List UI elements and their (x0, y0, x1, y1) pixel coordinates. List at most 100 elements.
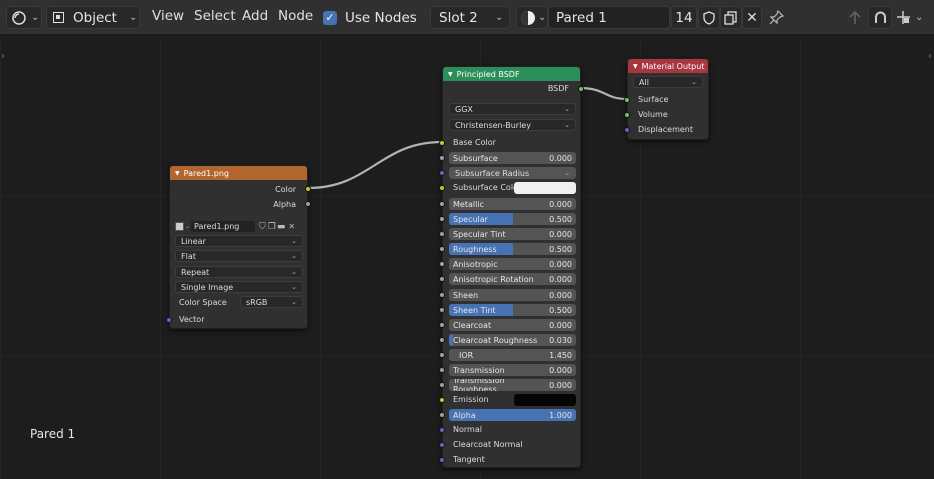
metallic-label: Metallic (453, 199, 484, 209)
anisotropic-field[interactable]: Anisotropic 0.000 (449, 258, 576, 270)
image-name-field[interactable]: Pared1.png (191, 221, 256, 232)
transmission-roughness-field[interactable]: Transmission Roughness 0.000 (449, 379, 576, 391)
output-alpha-socket[interactable] (305, 201, 311, 207)
subsurface-radius-dropdown[interactable]: Subsurface Radius ⌄ (449, 167, 576, 179)
shield-icon[interactable]: ⛉ (259, 222, 266, 232)
bsdf-node-header[interactable]: ▼ Principled BSDF (443, 67, 580, 81)
metallic-field[interactable]: Metallic 0.000 (449, 198, 576, 210)
material-browse-button[interactable]: ⌄ (516, 6, 548, 29)
chevron-down-icon: ⌄ (31, 12, 40, 23)
clearcoat-field[interactable]: Clearcoat 0.000 (449, 319, 576, 331)
subsurface-color-swatch[interactable] (514, 182, 576, 194)
object-mode-icon (53, 12, 64, 23)
input-specular-tint-socket[interactable] (439, 231, 445, 237)
input-ior-socket[interactable] (439, 352, 445, 358)
duplicate-material-button[interactable] (720, 6, 742, 29)
extension-dropdown[interactable]: Repeat ⌄ (175, 266, 303, 278)
input-subsurface-socket[interactable] (439, 155, 445, 161)
input-tangent-socket[interactable] (439, 457, 445, 463)
source-dropdown[interactable]: Single Image ⌄ (175, 281, 303, 293)
transmission-roughness-label: Transmission Roughness (453, 379, 505, 391)
image-browse-icon[interactable] (175, 222, 184, 231)
ior-label: IOR (459, 350, 474, 360)
menu-select[interactable]: Select (194, 8, 236, 24)
image-texture-node[interactable]: ▼ Pared1.png Color Alpha ⌄ Pared1.png ⛉ … (166, 165, 311, 329)
input-alpha-socket[interactable] (439, 412, 445, 418)
roughness-field[interactable]: Roughness 0.500 (449, 243, 576, 255)
subsurface-field[interactable]: Subsurface 0.000 (449, 152, 576, 164)
use-nodes-toggle[interactable]: ✓ Use Nodes (323, 6, 417, 29)
clearcoat-roughness-field[interactable]: Clearcoat Roughness 0.030 (449, 334, 576, 346)
input-surface-socket[interactable] (624, 97, 630, 103)
fake-user-button[interactable] (698, 6, 720, 29)
parent-node-tree-button[interactable] (845, 6, 865, 29)
input-clearcoat-roughness-socket[interactable] (439, 337, 445, 343)
menu-view[interactable]: View (152, 8, 184, 24)
output-node-header[interactable]: ▼ Material Output (628, 59, 708, 73)
subsurface-method-dropdown[interactable]: Christensen-Burley ⌄ (449, 119, 576, 131)
interpolation-dropdown[interactable]: Linear ⌄ (175, 235, 303, 247)
input-base-color-socket[interactable] (439, 140, 445, 146)
color-space-dropdown[interactable]: sRGB ⌄ (240, 296, 303, 308)
snap-grid-icon (897, 11, 910, 24)
chevron-down-icon: ⌄ (129, 12, 138, 23)
menu-add[interactable]: Add (242, 8, 268, 24)
principled-bsdf-node[interactable]: ▼ Principled BSDF BSDF GGX ⌄ Christensen-… (439, 66, 584, 468)
unlink-material-button[interactable]: ✕ (742, 6, 762, 29)
input-emission-socket[interactable] (439, 397, 445, 403)
users-count[interactable]: 14 (671, 6, 697, 29)
input-specular-socket[interactable] (439, 216, 445, 222)
transmission-field[interactable]: Transmission 0.000 (449, 364, 576, 376)
anisotropic-value: 0.000 (549, 259, 572, 269)
input-transmission-socket[interactable] (439, 367, 445, 373)
input-sheen-tint-socket[interactable] (439, 307, 445, 313)
folder-icon[interactable]: ▬ (277, 222, 286, 232)
close-icon[interactable]: ✕ (288, 222, 295, 231)
target-dropdown[interactable]: All ⌄ (633, 76, 703, 88)
duplicate-icon[interactable]: ❐ (268, 222, 276, 232)
collapse-triangle-icon[interactable]: ▼ (175, 170, 180, 177)
source-value: Single Image (181, 282, 234, 292)
projection-dropdown[interactable]: Flat ⌄ (175, 250, 303, 262)
menu-node[interactable]: Node (278, 8, 313, 24)
collapse-triangle-icon[interactable]: ▼ (633, 63, 638, 70)
output-color-socket[interactable] (305, 186, 311, 192)
sidebar-expand-icon[interactable]: ‹ (928, 51, 932, 62)
material-output-node[interactable]: ▼ Material Output All ⌄ Surface Volume Di… (624, 58, 709, 140)
input-subsurface-radius-socket[interactable] (439, 170, 445, 176)
emission-color-swatch[interactable] (514, 394, 576, 406)
projection-value: Flat (181, 251, 196, 261)
input-sheen-socket[interactable] (439, 292, 445, 298)
editor-type-button[interactable]: ⌄ (6, 6, 42, 29)
input-displacement-socket[interactable] (624, 127, 630, 133)
input-anisotropic-rotation-socket[interactable] (439, 276, 445, 282)
sheen-tint-field[interactable]: Sheen Tint 0.500 (449, 304, 576, 316)
input-transmission-roughness-socket[interactable] (439, 382, 445, 388)
snap-toggle[interactable] (868, 6, 892, 29)
input-volume-socket[interactable] (624, 112, 630, 118)
slot-dropdown[interactable]: Slot 2 ⌄ (430, 6, 510, 29)
input-anisotropic-socket[interactable] (439, 261, 445, 267)
input-metallic-socket[interactable] (439, 201, 445, 207)
input-vector-socket[interactable] (166, 317, 172, 323)
distribution-dropdown[interactable]: GGX ⌄ (449, 103, 576, 115)
snap-element-dropdown[interactable]: ⌄ (894, 6, 926, 29)
input-clearcoat-normal-socket[interactable] (439, 442, 445, 448)
sheen-field[interactable]: Sheen 0.000 (449, 289, 576, 301)
anisotropic-rotation-field[interactable]: Anisotropic Rotation 0.000 (449, 273, 576, 285)
collapse-triangle-icon[interactable]: ▼ (448, 71, 453, 78)
image-node-header[interactable]: ▼ Pared1.png (170, 166, 307, 180)
alpha-field[interactable]: Alpha 1.000 (449, 409, 576, 421)
output-bsdf-socket[interactable] (578, 86, 584, 92)
input-roughness-socket[interactable] (439, 246, 445, 252)
mode-dropdown[interactable]: Object ⌄ (46, 6, 140, 29)
ior-field[interactable]: IOR 1.450 (449, 349, 576, 361)
material-name-field[interactable]: Pared 1 (548, 6, 670, 29)
input-normal-socket[interactable] (439, 427, 445, 433)
toolbar-expand-icon[interactable]: › (1, 51, 5, 62)
specular-field[interactable]: Specular 0.500 (449, 213, 576, 225)
specular-tint-field[interactable]: Specular Tint 0.000 (449, 228, 576, 240)
input-subsurface-color-socket[interactable] (439, 185, 445, 191)
pin-button[interactable] (766, 6, 786, 29)
input-clearcoat-socket[interactable] (439, 322, 445, 328)
